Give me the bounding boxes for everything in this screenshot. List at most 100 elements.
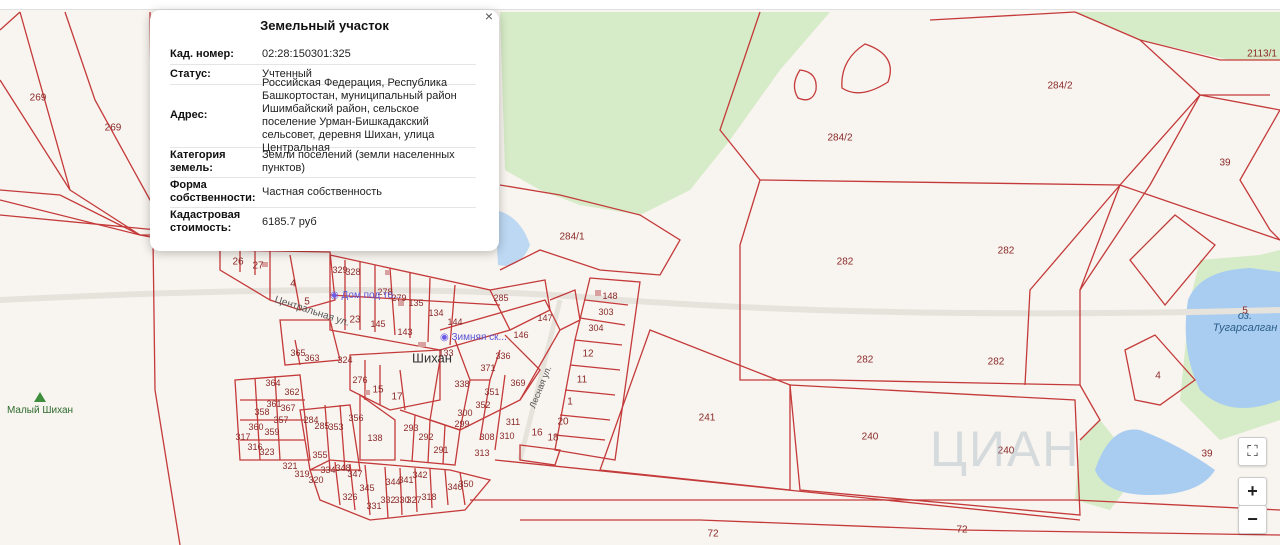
close-icon[interactable]: ×	[485, 8, 493, 24]
parcel-label[interactable]: 72	[956, 525, 967, 536]
parcel-label[interactable]: 317	[235, 432, 250, 442]
parcel-label[interactable]: 282	[837, 257, 854, 268]
parcel-label[interactable]: 285	[314, 421, 329, 431]
parcel-label[interactable]: 276	[352, 375, 367, 385]
parcel-label[interactable]: 269	[105, 123, 122, 134]
parcel-label[interactable]: 284/2	[827, 133, 852, 144]
parcel-label[interactable]: 347	[347, 469, 362, 479]
parcel-label[interactable]: 324	[337, 355, 352, 365]
parcel-label[interactable]: 365	[290, 348, 305, 358]
zoom-out-button[interactable]: −	[1238, 505, 1267, 534]
parcel-label[interactable]: 11	[577, 375, 587, 386]
parcel-label[interactable]: 26	[232, 257, 243, 268]
parcel-label[interactable]: 359	[264, 427, 279, 437]
parcel-label[interactable]: 357	[273, 415, 288, 425]
parcel-label[interactable]: 363	[304, 353, 319, 363]
fullscreen-button[interactable]: ⛶	[1238, 437, 1267, 466]
parcel-label[interactable]: 143	[397, 327, 412, 337]
parcel-label[interactable]: 144	[447, 317, 462, 327]
popup-row-cadastral-value: Кадастровая стоимость: 6185.7 руб	[170, 207, 476, 237]
parcel-label[interactable]: 355	[312, 450, 327, 460]
parcel-label[interactable]: 147	[537, 313, 552, 323]
parcel-label[interactable]: 292	[418, 432, 433, 442]
parcel-label[interactable]: 299	[454, 419, 469, 429]
parcel-label[interactable]: 1	[567, 397, 573, 408]
poi-winter[interactable]: ◉ Зимняя ск...	[440, 332, 507, 343]
parcel-label[interactable]: 360	[248, 422, 263, 432]
parcel-label[interactable]: 291	[433, 445, 448, 455]
parcel-label[interactable]: 148	[602, 291, 617, 301]
parcel-label[interactable]: 371	[480, 363, 495, 373]
parcel-label[interactable]: 362	[284, 387, 299, 397]
parcel-label[interactable]: 352	[475, 400, 490, 410]
parcel-label[interactable]: 319	[294, 469, 309, 479]
parcel-label[interactable]: 134	[428, 308, 443, 318]
popup-row-value: Российская Федерация, Республика Башкорт…	[262, 76, 457, 154]
parcel-label[interactable]: 39	[1219, 158, 1230, 169]
parcel-label[interactable]: 146	[513, 330, 528, 340]
parcel-label[interactable]: 310	[499, 431, 514, 441]
parcel-label[interactable]: 135	[408, 298, 423, 308]
minus-icon: −	[1247, 509, 1258, 529]
popup-row-key: Форма собственности:	[170, 179, 256, 204]
parcel-label[interactable]: 334	[320, 465, 335, 475]
parcel-label[interactable]: 369	[510, 378, 525, 388]
parcel-label[interactable]: 285	[493, 293, 508, 303]
parcel-label[interactable]: 240	[862, 432, 879, 443]
watermark: ЦИАН	[930, 421, 1081, 477]
parcel-label[interactable]: 338	[454, 379, 469, 389]
parcel-label[interactable]: 300	[457, 408, 472, 418]
parcel-label[interactable]: 341	[398, 475, 413, 485]
parcel-label[interactable]: 304	[588, 323, 603, 333]
popup-row-value: 6185.7 руб	[262, 215, 317, 228]
parcel-label[interactable]: 326	[342, 492, 357, 502]
parcel-label[interactable]: 17	[391, 392, 402, 403]
parcel-label[interactable]: 364	[265, 378, 280, 388]
parcel-label[interactable]: 269	[30, 93, 47, 104]
parcel-label[interactable]: 328	[345, 267, 360, 277]
zoom-in-button[interactable]: +	[1238, 477, 1267, 506]
parcel-label[interactable]: 318	[421, 492, 436, 502]
popup-row-value: 02:28:150301:325	[262, 47, 351, 60]
parcel-label[interactable]: 350	[458, 479, 473, 489]
parcel-label[interactable]: 342	[412, 470, 427, 480]
parcel-label[interactable]: 303	[598, 307, 613, 317]
parcel-label[interactable]: 358	[254, 407, 269, 417]
parcel-label[interactable]: 284/2	[1047, 81, 1072, 92]
parcel-label[interactable]: 327	[406, 495, 421, 505]
parcel-label[interactable]: 145	[370, 319, 385, 329]
parcel-label[interactable]: 320	[308, 475, 323, 485]
poi-house[interactable]: ◉ Дом под то...	[330, 290, 401, 301]
parcel-label[interactable]: 27	[252, 261, 263, 272]
parcel-label[interactable]: 282	[998, 246, 1015, 257]
parcel-label[interactable]: 356	[348, 413, 363, 423]
parcel-label[interactable]: 4	[290, 279, 296, 290]
parcel-label[interactable]: 18	[547, 433, 558, 444]
parcel-label[interactable]: 331	[366, 501, 381, 511]
parcel-label[interactable]: 308	[479, 432, 494, 442]
parcel-label[interactable]: 332	[380, 495, 395, 505]
parcel-label[interactable]: 241	[699, 413, 716, 424]
parcel-label[interactable]: 72	[707, 529, 718, 540]
parcel-label[interactable]: 16	[531, 428, 542, 439]
parcel-label[interactable]: 367	[280, 403, 295, 413]
parcel-label[interactable]: 12	[582, 349, 593, 360]
parcel-label[interactable]: 15	[372, 385, 383, 396]
parcel-label[interactable]: 311	[506, 417, 520, 427]
parcel-label[interactable]: 353	[328, 422, 343, 432]
parcel-label[interactable]: 20	[557, 417, 568, 428]
parcel-label[interactable]: 2113/1	[1247, 49, 1277, 60]
parcel-label[interactable]: 351	[484, 387, 499, 397]
parcel-label[interactable]: 323	[259, 447, 274, 457]
parcel-label[interactable]: 138	[367, 433, 382, 443]
parcel-label[interactable]: 345	[359, 483, 374, 493]
parcel-label[interactable]: 282	[857, 355, 874, 366]
parcel-label[interactable]: 282	[988, 357, 1005, 368]
parcel-label[interactable]: 4	[1155, 371, 1161, 382]
parcel-label[interactable]: 284/1	[559, 232, 584, 243]
parcel-label[interactable]: 336	[495, 351, 510, 361]
parcel-label[interactable]: 23	[349, 315, 360, 326]
parcel-label[interactable]: 313	[474, 448, 489, 458]
parcel-label[interactable]: 293	[403, 423, 418, 433]
parcel-label[interactable]: 39	[1201, 449, 1212, 460]
